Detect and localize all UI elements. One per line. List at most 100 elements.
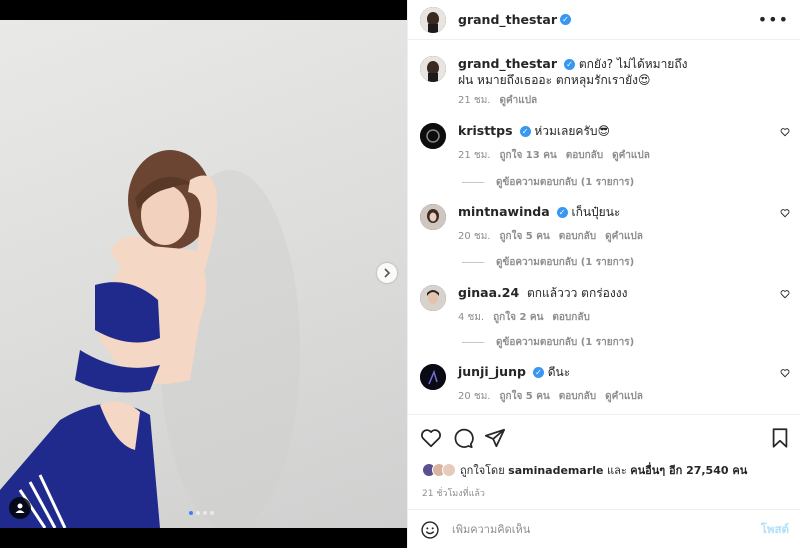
like-comment-heart-icon[interactable] — [780, 127, 790, 137]
first-liker[interactable]: saminademarle — [508, 464, 603, 477]
translate-link[interactable]: ดูคำแปล — [605, 229, 643, 244]
like-comment-heart-icon[interactable] — [780, 289, 790, 299]
carousel-dot — [203, 511, 207, 515]
verified-badge-icon: ✓ — [556, 207, 568, 218]
comment-username[interactable]: kristtps — [458, 123, 513, 138]
comment-text: ginaa.24 ตกแล้ววว ตกร่องงง — [458, 285, 790, 301]
avatar-image — [420, 204, 446, 230]
view-replies-text[interactable]: ดูข้อความตอบกลับ (1 รายการ) — [496, 175, 634, 190]
view-replies-link[interactable]: ดูข้อความตอบกลับ (1 รายการ) — [462, 255, 634, 270]
comment-time[interactable]: 20 ชม. — [458, 229, 490, 244]
next-photo-button[interactable] — [377, 263, 397, 283]
comment-text: mintnawinda ✓ เก็นปุ๋ยนะ — [458, 204, 790, 220]
comment-bubble-icon[interactable] — [452, 427, 474, 449]
commenter-avatar[interactable] — [420, 364, 446, 390]
caption: grand_thestar ✓ ตกยัง? ไม่ได้หมายถึงฝน หม… — [420, 56, 790, 108]
media-panel — [0, 0, 407, 548]
comment-text: junji_junp ✓ ดีนะ — [458, 364, 790, 380]
verified-badge-icon: ✓ — [560, 14, 572, 25]
commenter-avatar[interactable] — [420, 285, 446, 311]
tagged-users-button[interactable] — [9, 497, 31, 519]
avatar-image — [420, 6, 446, 33]
carousel-dot — [196, 511, 200, 515]
caption-translate-link[interactable]: ดูคำแปล — [499, 93, 537, 108]
view-replies-text[interactable]: ดูข้อความตอบกลับ (1 รายการ) — [496, 335, 634, 350]
person-icon — [15, 503, 25, 513]
comment-username[interactable]: mintnawinda — [458, 204, 550, 219]
verified-badge-icon: ✓ — [564, 59, 576, 70]
reply-button[interactable]: ตอบกลับ — [566, 148, 603, 163]
translate-link[interactable]: ดูคำแปล — [612, 148, 650, 163]
translate-link[interactable]: ดูคำแปล — [605, 389, 643, 404]
comment-body: junji_junp ✓ ดีนะ 20 ชม. ถูกใจ 5 คน ตอบกล… — [458, 364, 790, 404]
verified-badge-icon: ✓ — [519, 126, 531, 137]
carousel-dot — [210, 511, 214, 515]
like-comment-heart-icon[interactable] — [780, 368, 790, 378]
verified-badge-icon: ✓ — [532, 367, 544, 378]
comment-item: junji_junp ✓ ดีนะ 20 ชม. ถูกใจ 5 คน ตอบกล… — [420, 364, 790, 404]
chevron-right-icon — [384, 268, 391, 278]
post-comment-button[interactable]: โพสต์ — [761, 521, 789, 539]
post-header: grand_thestar ✓ ••• — [408, 0, 800, 40]
comment-content: ดีนะ — [547, 365, 571, 379]
reply-button[interactable]: ตอบกลับ — [559, 389, 596, 404]
more-options-icon[interactable]: ••• — [758, 10, 789, 29]
comment-body: mintnawinda ✓ เก็นปุ๋ยนะ 20 ชม. ถูกใจ 5 ค… — [458, 204, 790, 244]
comment-likes[interactable]: ถูกใจ 2 คน — [493, 310, 543, 325]
view-replies-link[interactable]: ดูข้อความตอบกลับ (1 รายการ) — [462, 335, 634, 350]
likes-text: ถูกใจโดย saminademarle และ คนอื่นๆ อีก 2… — [460, 461, 747, 479]
comment-meta: 4 ชม. ถูกใจ 2 คน ตอบกลับ — [458, 310, 790, 325]
carousel-indicator — [189, 511, 214, 515]
author-avatar[interactable] — [420, 6, 446, 33]
comment-meta: 20 ชม. ถูกใจ 5 คน ตอบกลับ ดูคำแปล — [458, 229, 790, 244]
view-replies-link[interactable]: ดูข้อความตอบกลับ (1 รายการ) — [462, 175, 634, 190]
share-send-icon[interactable] — [484, 427, 506, 449]
post-photo[interactable] — [0, 20, 407, 528]
comment-body: ginaa.24 ตกแล้ววว ตกร่องงง 4 ชม. ถูกใจ 2… — [458, 285, 790, 325]
author-avatar[interactable] — [420, 56, 446, 82]
caption-username[interactable]: grand_thestar — [458, 56, 557, 71]
comment-likes[interactable]: ถูกใจ 5 คน — [499, 389, 549, 404]
photo-illustration — [0, 150, 300, 528]
comment-time[interactable]: 20 ชม. — [458, 389, 490, 404]
comment-meta: 21 ชม. ถูกใจ 13 คน ตอบกลับ ดูคำแปล — [458, 148, 790, 163]
comment-username[interactable]: ginaa.24 — [458, 285, 519, 300]
comment-time[interactable]: 4 ชม. — [458, 310, 484, 325]
view-replies-text[interactable]: ดูข้อความตอบกลับ (1 รายการ) — [496, 255, 634, 270]
comment-item: ginaa.24 ตกแล้ววว ตกร่องงง 4 ชม. ถูกใจ 2… — [420, 285, 790, 325]
reply-button[interactable]: ตอบกลับ — [552, 310, 589, 325]
caption-meta: 21 ชม. ดูคำแปล — [458, 93, 790, 108]
like-heart-icon[interactable] — [420, 427, 442, 449]
comment-item: kristtps ✓ ห่วมเลยครับ😎 21 ชม. ถูกใจ 13 ค… — [420, 123, 790, 163]
replies-divider — [462, 342, 484, 343]
save-bookmark-icon[interactable] — [769, 427, 791, 449]
liker-avatar[interactable] — [442, 463, 456, 477]
likes-joiner: และ — [606, 464, 627, 477]
comment-body: kristtps ✓ ห่วมเลยครับ😎 21 ชม. ถูกใจ 13 ค… — [458, 123, 790, 163]
comment-username[interactable]: junji_junp — [458, 364, 526, 379]
like-comment-heart-icon[interactable] — [780, 208, 790, 218]
comment-input[interactable] — [452, 523, 761, 536]
reply-button[interactable]: ตอบกลับ — [559, 229, 596, 244]
comment-text: kristtps ✓ ห่วมเลยครับ😎 — [458, 123, 790, 139]
post-actions: ถูกใจโดย saminademarle และ คนอื่นๆ อีก 2… — [408, 414, 800, 548]
posted-time[interactable]: 21 ชั่วโมงที่แล้ว — [422, 486, 485, 500]
comment-item: mintnawinda ✓ เก็นปุ๋ยนะ 20 ชม. ถูกใจ 5 ค… — [420, 204, 790, 244]
emoji-smiley-icon[interactable] — [420, 520, 440, 540]
commenter-avatar[interactable] — [420, 204, 446, 230]
comment-content: ห่วมเลยครับ😎 — [534, 124, 611, 138]
author-username[interactable]: grand_thestar — [458, 12, 557, 27]
avatar-image — [420, 123, 446, 149]
comment-meta: 20 ชม. ถูกใจ 5 คน ตอบกลับ ดูคำแปล — [458, 389, 790, 404]
caption-body: grand_thestar ✓ ตกยัง? ไม่ได้หมายถึงฝน หม… — [458, 56, 790, 108]
commenter-avatar[interactable] — [420, 123, 446, 149]
avatar-image — [420, 56, 446, 82]
likes-summary: ถูกใจโดย saminademarle และ คนอื่นๆ อีก 2… — [422, 461, 747, 479]
other-likers[interactable]: คนอื่นๆ อีก 27,540 คน — [630, 464, 747, 477]
comment-likes[interactable]: ถูกใจ 13 คน — [499, 148, 556, 163]
caption-time[interactable]: 21 ชม. — [458, 93, 490, 108]
likes-prefix: ถูกใจโดย — [460, 464, 505, 477]
avatar-image — [420, 285, 446, 311]
comment-likes[interactable]: ถูกใจ 5 คน — [499, 229, 549, 244]
comment-time[interactable]: 21 ชม. — [458, 148, 490, 163]
